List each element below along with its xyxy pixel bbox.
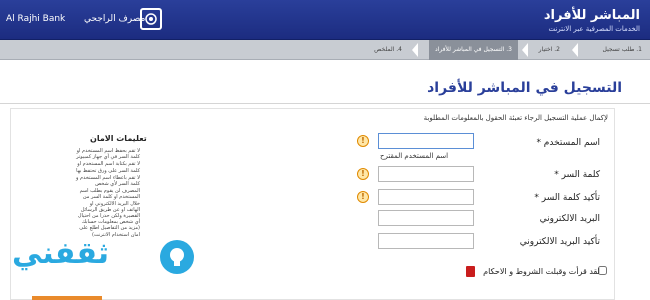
header-title: المباشر للأفراد — [543, 8, 640, 23]
list-item: المصرف لن يقوم بطلب اسم المستخدم او كلمة… — [77, 188, 140, 238]
email-input[interactable] — [378, 210, 474, 226]
terms-label[interactable]: لقد قرأت وقبلت الشروط و الاحكام — [483, 267, 600, 276]
confirm-email-input[interactable] — [378, 233, 474, 249]
step-1: 1. طلب تسجيل — [602, 46, 642, 53]
confirm-email-label: تأكيد البريد الالكتروني — [519, 237, 600, 247]
pdf-icon[interactable] — [466, 266, 475, 277]
step-2: 2. اختيار — [538, 46, 560, 53]
divider — [0, 103, 650, 104]
username-input[interactable] — [378, 133, 474, 149]
username-label: اسم المستخدم * — [536, 138, 600, 148]
header-subtitle: الخدمات المصرفية عبر الانترنت — [548, 25, 640, 33]
list-item: لا تقم بكتابة اسم المستخدم او كلمة السر … — [76, 161, 140, 174]
email-label: البريد الالكتروني — [539, 214, 600, 224]
bottom-button[interactable] — [32, 296, 102, 300]
password-input[interactable] — [378, 166, 474, 182]
confirm-password-label: تأكيد كلمة السر * — [534, 193, 600, 203]
password-label: كلمة السر * — [554, 170, 600, 180]
step-3-active: 3. التسجيل في المباشر للأفراد — [429, 40, 518, 60]
bank-logo-icon — [140, 8, 162, 30]
intro-text: لإكمال عملية التسجيل الرجاء تعبئة الحقول… — [423, 114, 608, 122]
suggested-username-link[interactable]: اسم المستخدم المقترح — [380, 152, 448, 160]
list-item: لا تقم باعطاء اسم المستخدم و كلمة السر ل… — [76, 174, 140, 188]
security-tips-title: تعليمات الامان — [90, 134, 147, 143]
registration-page: Al Rajhi Bank مصرف الراجحي المباشر للأفر… — [0, 0, 650, 300]
chevron-left-icon — [572, 43, 578, 57]
chevron-left-icon — [522, 43, 528, 57]
lightbulb-icon — [160, 240, 194, 274]
list-item: لا تقم بحفظ اسم المستخدم او كلمة السر في… — [76, 148, 140, 161]
info-icon[interactable]: ! — [357, 135, 369, 147]
bank-name-ar: مصرف الراجحي — [84, 14, 146, 24]
info-icon[interactable]: ! — [357, 168, 369, 180]
bank-name-en: Al Rajhi Bank — [6, 14, 66, 24]
step-4: 4. الملخص — [374, 46, 402, 53]
registration-steps: 1. طلب تسجيل 2. اختيار 3. التسجيل في الم… — [0, 40, 650, 60]
info-icon[interactable]: ! — [357, 191, 369, 203]
watermark-text: ثقفني — [12, 236, 110, 271]
bank-header: Al Rajhi Bank مصرف الراجحي المباشر للأفر… — [0, 0, 650, 40]
security-tips-list: لا تقم بحفظ اسم المستخدم او كلمة السر في… — [75, 148, 140, 239]
page-title: التسجيل في المباشر للأفراد — [427, 80, 622, 96]
confirm-password-input[interactable] — [378, 189, 474, 205]
chevron-left-icon — [412, 43, 418, 57]
